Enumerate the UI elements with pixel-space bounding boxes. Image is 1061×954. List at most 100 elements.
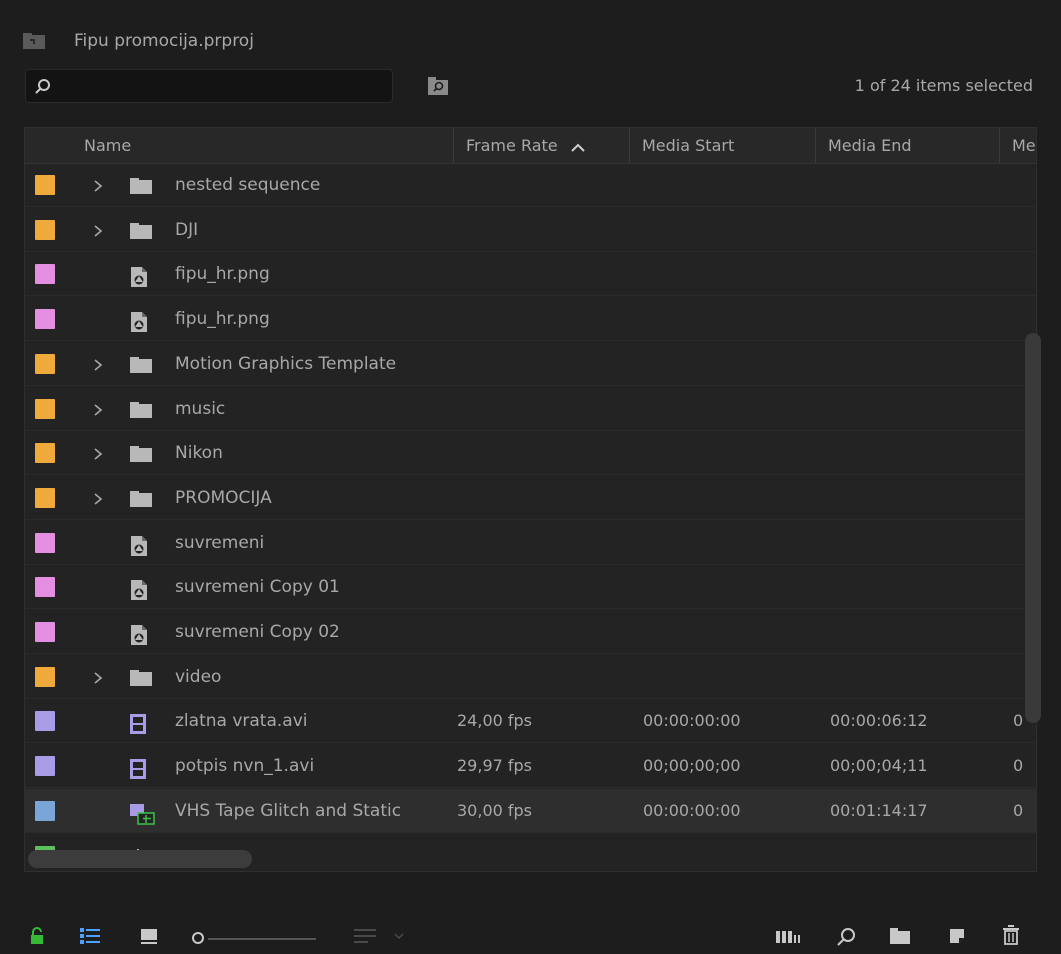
chevron-right-icon[interactable] (93, 402, 103, 422)
list-view-icon[interactable] (80, 928, 100, 944)
label-color-swatch[interactable] (35, 666, 55, 687)
more-cell (1013, 208, 1033, 252)
list-item[interactable]: Nikon (25, 431, 1036, 476)
label-color-swatch[interactable] (35, 398, 55, 419)
label-color-swatch[interactable] (35, 175, 55, 195)
frame-rate-cell: 29,97 fps (457, 756, 533, 776)
folder-icon (129, 177, 153, 200)
list-item[interactable]: music (25, 387, 1036, 431)
chevron-right-icon[interactable] (93, 223, 103, 243)
item-name: potpis nvn_1.avi (175, 756, 315, 777)
project-bin-icon (23, 33, 45, 49)
label-color-swatch[interactable] (35, 487, 55, 508)
automate-to-sequence-icon[interactable] (776, 930, 802, 944)
media-start-cell: 00:00:00:00 (643, 800, 741, 820)
column-header-media-end[interactable]: Media End (815, 128, 999, 163)
media-end-cell: 00:00:06:12 (830, 711, 928, 731)
list-item[interactable]: video (25, 655, 1036, 699)
zoom-slider[interactable] (208, 938, 316, 940)
label-color-swatch[interactable] (35, 756, 55, 777)
list-item[interactable]: suvremeni Copy 01 (25, 565, 1036, 610)
frame-rate-cell: 24,00 fps (457, 711, 533, 731)
column-header-name[interactable]: Name (71, 128, 453, 163)
more-cell: 0 (1013, 756, 1024, 776)
find-icon[interactable] (836, 927, 856, 947)
folder-icon (129, 401, 153, 424)
find-in-bin-icon[interactable] (427, 76, 449, 96)
list-item[interactable]: potpis nvn_1.avi 29,97 fps 00;00;00;00 00;0… (25, 744, 1036, 789)
item-name: suvremeni Copy 01 (175, 577, 340, 598)
vertical-scrollbar[interactable] (1025, 333, 1041, 723)
list-item[interactable]: suvremeni (25, 521, 1036, 565)
project-title: Fipu promocija.prproj (74, 31, 254, 51)
list-item[interactable]: fipu_hr.png (25, 297, 1036, 342)
item-name: Motion Graphics Template (175, 353, 397, 374)
sort-icon[interactable] (354, 929, 408, 945)
horizontal-scrollbar[interactable] (28, 850, 252, 868)
label-color-swatch[interactable] (35, 532, 55, 553)
folder-icon (129, 445, 153, 468)
label-color-swatch[interactable] (35, 309, 55, 330)
label-color-swatch[interactable] (35, 443, 55, 464)
project-title-row: Fipu promocija.prproj (22, 26, 254, 56)
more-cell: 0 (1013, 800, 1024, 820)
label-color-swatch[interactable] (35, 353, 55, 374)
list-item[interactable]: nested sequence (25, 163, 1036, 207)
label-color-swatch[interactable] (35, 622, 55, 642)
item-name: video (175, 666, 222, 687)
list-item[interactable]: fipu_hr.png (25, 252, 1036, 297)
image-file-icon (129, 535, 149, 562)
column-header-frame-rate[interactable]: Frame Rate (453, 128, 629, 163)
item-name: fipu_hr.png (175, 309, 270, 330)
search-input[interactable] (60, 74, 384, 100)
chevron-right-icon[interactable] (93, 446, 103, 466)
project-item-list[interactable]: Name Frame Rate Media Start Media End Me… (24, 127, 1037, 872)
trash-icon[interactable] (1002, 925, 1020, 945)
chevron-right-icon[interactable] (93, 491, 103, 511)
column-header-media-start[interactable]: Media Start (629, 128, 815, 163)
panel-footer-toolbar (0, 924, 1061, 954)
item-name: fipu_hr.png (175, 264, 270, 285)
item-name: DJI (175, 219, 199, 240)
new-item-icon[interactable] (948, 927, 966, 945)
label-color-swatch[interactable] (35, 264, 55, 285)
zoom-slider-handle[interactable] (192, 932, 204, 944)
media-start-cell: 00;00;00;00 (643, 756, 741, 776)
search-icon (35, 79, 50, 94)
label-color-swatch[interactable] (35, 219, 55, 240)
list-item[interactable]: Motion Graphics Template (25, 342, 1036, 386)
column-header-more[interactable]: Me (999, 128, 1036, 163)
label-color-swatch[interactable] (35, 800, 55, 821)
lock-icon[interactable] (30, 927, 44, 945)
list-item[interactable]: zlatna vrata.avi 24,00 fps 00:00:00:00 00:0… (25, 699, 1036, 744)
item-name: nested sequence (175, 175, 321, 195)
image-file-icon (129, 624, 149, 651)
image-file-icon (129, 579, 149, 606)
item-name: suvremeni Copy 02 (175, 622, 340, 642)
chevron-right-icon[interactable] (93, 178, 103, 198)
list-header: Name Frame Rate Media Start Media End Me (25, 128, 1036, 164)
chevron-right-icon[interactable] (93, 670, 103, 690)
media-end-cell: 00;00;04;11 (830, 756, 928, 776)
search-field[interactable] (25, 69, 393, 103)
item-name: suvremeni (175, 532, 265, 553)
video-file-icon (129, 713, 147, 740)
label-color-swatch[interactable] (35, 577, 55, 598)
project-panel: Fipu promocija.prproj 1 of 24 items sele… (0, 0, 1061, 954)
label-color-swatch[interactable] (35, 711, 55, 732)
item-name: VHS Tape Glitch and Static (175, 800, 402, 821)
frame-rate-cell: 30,00 fps (457, 800, 533, 820)
new-bin-icon[interactable] (889, 927, 911, 945)
chevron-right-icon[interactable] (93, 357, 103, 377)
media-start-cell: 00:00:00:00 (643, 711, 741, 731)
list-item[interactable]: suvremeni Copy 02 (25, 610, 1036, 654)
list-item[interactable]: DJI (25, 208, 1036, 252)
icon-view-icon[interactable] (139, 927, 159, 945)
folder-icon (129, 356, 153, 379)
image-file-icon (129, 266, 149, 293)
list-item[interactable]: VHS Tape Glitch and Static 30,00 fps 00:00… (25, 788, 1036, 833)
sort-ascending-icon (570, 143, 585, 152)
list-item[interactable]: PROMOCIJA (25, 476, 1036, 520)
folder-icon (129, 669, 153, 692)
folder-icon (129, 222, 153, 245)
